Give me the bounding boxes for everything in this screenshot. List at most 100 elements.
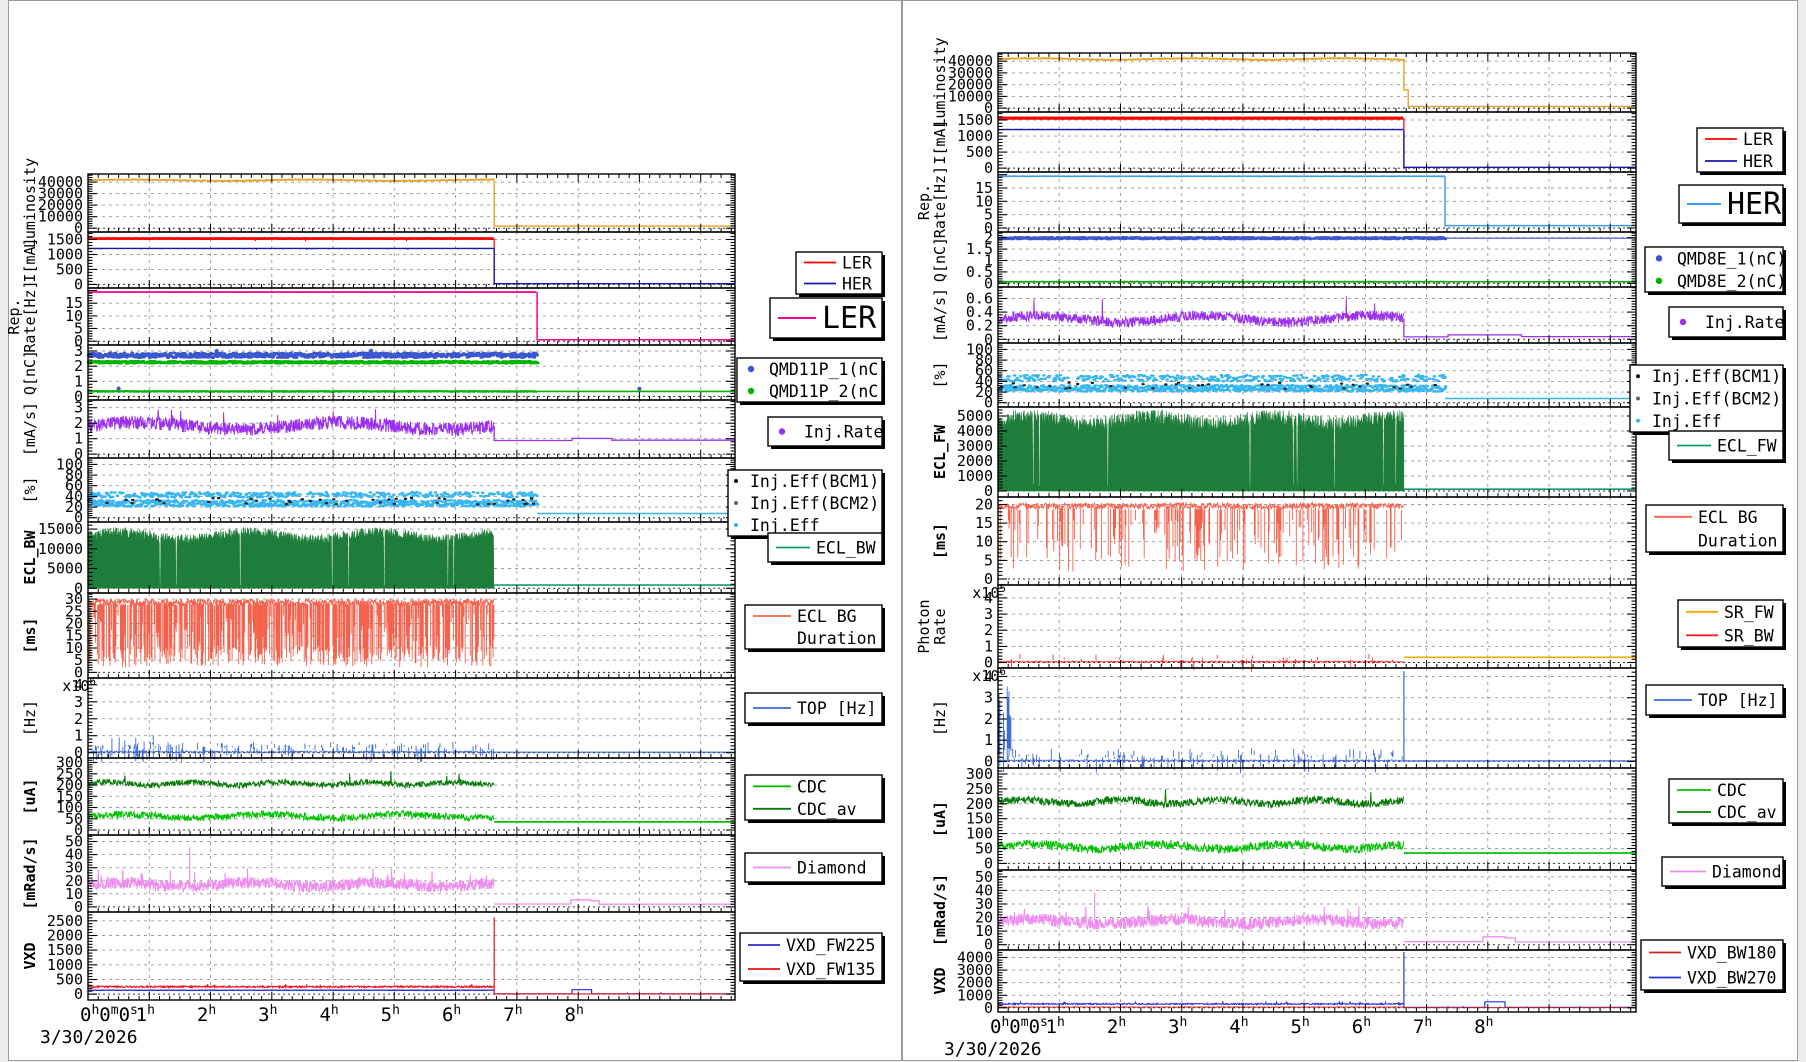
left-row-eff: 100806040200[%] [21, 455, 735, 526]
dia-post-line [494, 900, 735, 904]
xaxis-hour-label: 1h [136, 1003, 155, 1026]
xaxis-hour-label: 6h [1352, 1015, 1371, 1038]
xaxis-hour-label: 1h [1046, 1015, 1065, 1038]
legend-label: SR_BW [1724, 626, 1774, 645]
eclfw-axis-title: ECL_FW [931, 424, 949, 479]
legend-label: ECL BG [797, 607, 857, 626]
legend-label: QMD8E_2(nC) [1677, 272, 1786, 291]
ms-axis-title: [ms] [21, 617, 39, 653]
xaxis-hour-label: 8h [1474, 1015, 1493, 1038]
legend-label: LER [1743, 130, 1773, 149]
legend-label: Inj.Rate [804, 423, 883, 442]
right-row-top: 43210[Hz]x106 [931, 665, 1636, 773]
dia-frame [998, 870, 1636, 950]
legend-label: ECL_FW [1717, 437, 1777, 456]
legend-label: LER [842, 254, 872, 273]
ms-ytick-label: 10 [975, 533, 993, 551]
eff-c2-dots [999, 375, 1446, 381]
legend-label: SR_FW [1724, 603, 1774, 622]
ms-axis-title: [ms] [931, 523, 949, 559]
imA-frame [88, 232, 735, 288]
left-legend-vxd-fw225: VXD_FW225VXD_FW135 [740, 933, 885, 984]
legend-label: HER [842, 275, 872, 294]
q-qlow-trace [88, 391, 537, 392]
imA-frame [998, 112, 1636, 172]
left-row-vxd: 25002000150010005000VXD [21, 912, 735, 1003]
legend-label: CDC_av [797, 800, 857, 819]
legend-label: ECL_BW [816, 539, 876, 558]
dia-frame [88, 835, 735, 912]
right-row-eff: 100806040200[%] [931, 340, 1636, 411]
ms-deep-spikes [998, 506, 1401, 571]
eclbw-fill-fill [88, 527, 494, 588]
legend-label: VXD_FW225 [786, 936, 875, 955]
right-legend-cdc: CDC CDC_av [1669, 779, 1786, 826]
xaxis-origin-label: 0h0m0s [80, 1003, 138, 1026]
right-legend-diamond: Diamond [1662, 857, 1786, 889]
legend-label: CDC [797, 777, 827, 796]
ms-ytick-label: 20 [975, 496, 993, 514]
legend-label: Inj.Eff(BCM2) [1652, 390, 1781, 409]
photon-frame [998, 585, 1636, 668]
eclbw-axis-title: ECL_BW [21, 529, 39, 584]
right-panel: 400003000020000100000Luminosity150010005… [915, 37, 1786, 1060]
eff-frame [998, 343, 1636, 407]
eclbw-ytick-label: 10000 [38, 540, 83, 558]
right-legend-top-hz-: TOP [Hz] [1646, 685, 1786, 718]
date-label: 3/30/2026 [40, 1027, 138, 1048]
right-legend-sr-fw: SR_FW SR_BW [1678, 600, 1786, 650]
left-row-imA: 150010005000I[mA] [21, 231, 735, 294]
top-ytick-label: 3 [984, 689, 993, 707]
right-legend-ler: LERHER [1697, 128, 1786, 175]
q-qmd2-dots [88, 361, 538, 363]
lum-axis-title: Luminosity [931, 37, 949, 127]
left-row-rep: 151050Rep.Rate[Hz] [5, 280, 735, 352]
eff-c2-dots [88, 492, 538, 497]
left-panel: 400003000020000100000Luminosity150010005… [5, 158, 888, 1048]
legend-label: Inj.Eff [1652, 412, 1722, 431]
legend-dot-marker [1656, 255, 1662, 261]
left-legend-ecl-bw: ECL_BW [768, 533, 885, 565]
legend-label: TOP [Hz] [1698, 691, 1777, 710]
dia-axis-title: [mRad/s] [21, 837, 39, 909]
right-row-vxd: 40003000200010000VXD [931, 949, 1636, 1017]
legend-label: CDC [1717, 781, 1747, 800]
inj-axis-title: [mA/s] [931, 288, 949, 342]
legend-dot-marker [748, 366, 754, 372]
dia-axis-title: [mRad/s] [931, 874, 949, 946]
q-qmd2-trace [998, 282, 1445, 283]
right-row-imA: 150010005000I[mA] [931, 111, 1636, 177]
top-ytick-label: 3 [74, 693, 83, 711]
left-row-cdc: 300250200150100500[uA] [21, 754, 735, 840]
cdc-axis-title: [uA] [21, 778, 39, 814]
top-ytick-label: 1 [74, 727, 83, 745]
legend-label: Inj.Eff(BCM2) [750, 494, 879, 513]
xaxis-hour-label: 2h [1107, 1015, 1126, 1038]
legend-label: QMD11P_2(nC) [769, 382, 888, 401]
eff-frame [88, 458, 735, 522]
date-label: 3/30/2026 [944, 1039, 1042, 1060]
vxd-ytick-label: 0 [74, 985, 83, 1003]
right-row-eclfw: 500040003000200010000ECL_FW [931, 407, 1636, 500]
right-legend-ecl-bg: ECL BGDuration [1646, 505, 1786, 555]
xaxis-hour-label: 6h [442, 1003, 461, 1026]
rep-frame [88, 288, 735, 345]
legend-label: VXD_BW270 [1687, 969, 1776, 988]
legend-label: CDC_av [1717, 803, 1777, 822]
legend-dot-marker [734, 523, 738, 527]
left-legend-ler: LER [770, 298, 885, 341]
left-legend-ler: LER HER [796, 252, 885, 297]
xaxis-origin-label: 0h0m0s [990, 1015, 1048, 1038]
left-row-lum: 400003000020000100000Luminosity [21, 158, 735, 248]
eff-axis-title: [%] [21, 476, 39, 503]
q-axis-title: Q[nC] [931, 237, 949, 282]
legend-label: Diamond [797, 859, 867, 878]
right-legend-her: HER [1679, 185, 1786, 226]
imA-ytick-label: 0 [74, 275, 83, 293]
lum-axis-title: Luminosity [21, 158, 39, 248]
legend-label: QMD11P_1(nC) [769, 360, 888, 379]
xaxis-hour-label: 7h [503, 1003, 522, 1026]
legend-dot-marker [1656, 278, 1662, 284]
rep-axis-title: Rate[Hz] [931, 166, 949, 238]
lum-frame [998, 53, 1636, 112]
